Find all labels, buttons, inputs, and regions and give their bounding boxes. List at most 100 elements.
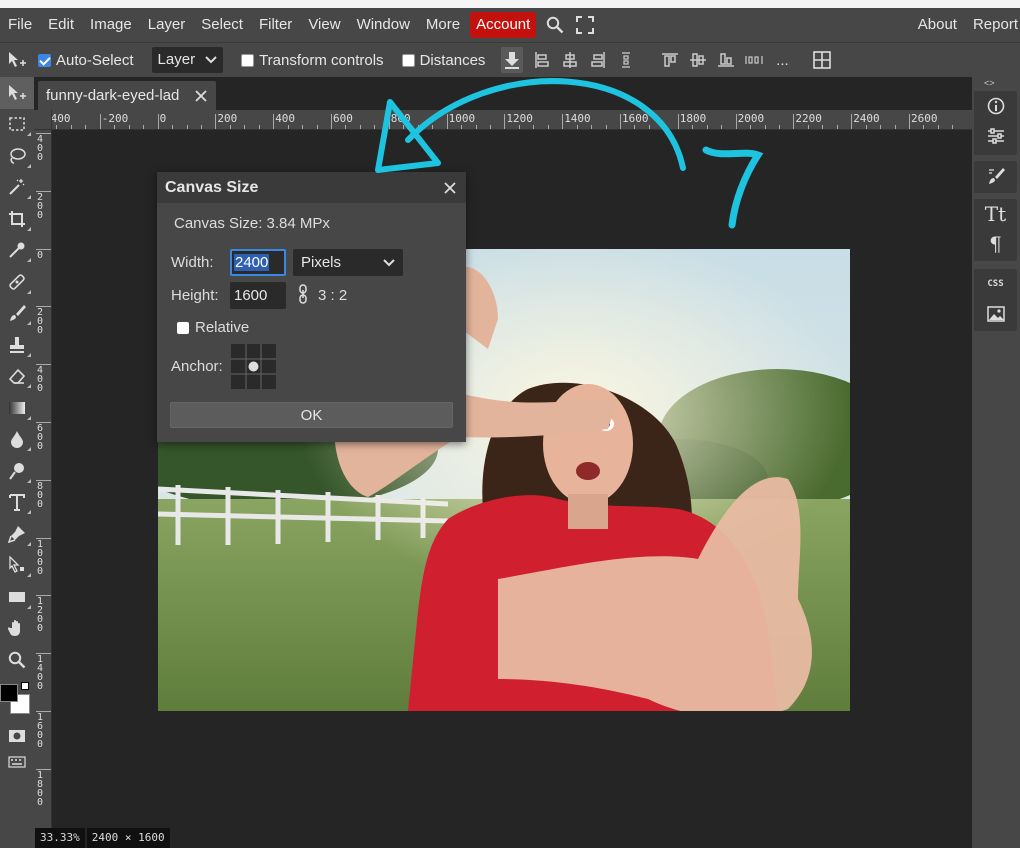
window-top-strip [0, 0, 1020, 8]
layer-select-value: Layer [157, 51, 196, 68]
menu-view[interactable]: View [300, 8, 348, 42]
close-dialog-icon[interactable] [434, 181, 466, 194]
ruler-minor-tick [432, 125, 434, 129]
distribute-vertical-icon[interactable] [613, 43, 639, 78]
brush-icon[interactable] [0, 298, 34, 330]
account-button[interactable]: Account [470, 12, 537, 38]
ruler-minor-tick [417, 125, 419, 129]
close-tab-icon[interactable] [186, 89, 216, 102]
distances-check-icon [401, 53, 415, 67]
menu-filter[interactable]: Filter [251, 8, 300, 42]
healing-icon[interactable] [0, 266, 34, 298]
image-icon[interactable] [974, 299, 1017, 329]
ruler-tick [620, 114, 621, 129]
ruler-label: 2600 [911, 112, 938, 125]
search-icon[interactable] [540, 8, 570, 42]
anchor-grid[interactable] [230, 344, 276, 389]
eyedropper-icon[interactable] [0, 235, 34, 267]
align-bottom-icon[interactable] [713, 43, 739, 78]
character-icon[interactable]: Tt [974, 199, 1017, 229]
distances-checkbox[interactable]: Distances [401, 52, 485, 69]
dodge-icon[interactable] [0, 455, 34, 487]
ruler-minor-tick [764, 125, 766, 129]
chevron-down-icon [383, 258, 395, 266]
type-icon[interactable] [0, 487, 34, 519]
canvas-size-dialog: Canvas Size Canvas Size: 3.84 MPx Width:… [157, 172, 466, 442]
menu-image[interactable]: Image [82, 8, 140, 42]
align-top-icon[interactable] [657, 43, 683, 78]
swap-colors-icon[interactable] [21, 681, 29, 690]
ruler-label: -200 [101, 112, 129, 125]
blur-icon[interactable] [0, 424, 34, 456]
ruler-label: 200 [37, 307, 44, 337]
anchor-label: Anchor: [171, 358, 223, 375]
menu-layer[interactable]: Layer [140, 8, 194, 42]
ok-button[interactable]: OK [170, 402, 453, 428]
move-tool-icon[interactable] [0, 77, 34, 109]
ruler-minor-tick [605, 125, 607, 129]
link-ratio-icon[interactable] [298, 283, 308, 308]
stamp-icon[interactable] [0, 329, 34, 361]
menu-select[interactable]: Select [193, 8, 251, 42]
ruler-minor-tick [475, 125, 477, 129]
marquee-icon[interactable] [0, 109, 34, 141]
css-icon[interactable]: CSS [974, 269, 1017, 299]
shape-icon[interactable] [0, 581, 34, 613]
eraser-icon[interactable] [0, 361, 34, 393]
download-icon[interactable] [501, 47, 524, 73]
menu-window[interactable]: Window [349, 8, 418, 42]
transform-controls-checkbox[interactable]: Transform controls [241, 52, 384, 69]
paragraph-icon[interactable]: ¶ [974, 229, 1017, 259]
menu-more[interactable]: More [418, 8, 468, 42]
width-row: Width: 2400 Pixels [171, 249, 403, 276]
ruler-minor-tick [403, 125, 405, 129]
align-left-icon[interactable] [529, 43, 555, 78]
fullscreen-icon[interactable] [570, 8, 600, 42]
keyboard-icon[interactable] [0, 750, 34, 774]
foreground-color-swatch[interactable] [0, 683, 18, 702]
menu-report[interactable]: Report [965, 8, 1020, 42]
ruler-label: 0 [159, 112, 167, 125]
align-right-icon[interactable] [585, 43, 611, 78]
height-input[interactable]: 1600 [230, 282, 286, 309]
width-input[interactable]: 2400 [230, 249, 286, 276]
gradient-icon[interactable] [0, 392, 34, 424]
ruler-minor-tick [648, 125, 650, 129]
menu-file[interactable]: File [0, 8, 40, 42]
hand-icon[interactable] [0, 613, 34, 645]
zoom-icon[interactable] [0, 644, 34, 676]
info-icon[interactable] [974, 91, 1017, 121]
adjustments-icon[interactable] [974, 121, 1017, 151]
unit-select-value: Pixels [301, 254, 342, 271]
menu-edit[interactable]: Edit [40, 8, 82, 42]
menu-about[interactable]: About [910, 8, 965, 42]
ruler-minor-tick [229, 125, 231, 129]
distribute-horizontal-icon[interactable] [741, 43, 767, 78]
align-middle-icon[interactable] [685, 43, 711, 78]
color-swatches[interactable] [0, 676, 34, 716]
dialog-header[interactable]: Canvas Size [157, 172, 466, 203]
ruler-minor-tick [114, 125, 116, 129]
path-select-icon[interactable] [0, 550, 34, 582]
crop-icon[interactable] [0, 203, 34, 235]
brush-settings-icon[interactable] [974, 161, 1017, 191]
collapse-panel-icon[interactable]: <> [984, 78, 995, 88]
document-tab[interactable]: funny-dark-eyed-lad [38, 81, 216, 110]
ruler-minor-tick [836, 125, 838, 129]
unit-select[interactable]: Pixels [293, 249, 403, 276]
quick-mask-icon[interactable] [0, 722, 34, 750]
pen-icon[interactable] [0, 518, 34, 550]
right-panel: <> Tt ¶ CSS [972, 77, 1020, 848]
layer-select[interactable]: Layer [151, 47, 224, 73]
more-options-button[interactable]: ... [769, 43, 795, 78]
grid-icon[interactable] [809, 43, 835, 78]
align-center-icon[interactable] [557, 43, 583, 78]
auto-select-checkbox[interactable]: Auto-Select [38, 52, 134, 69]
magic-wand-icon[interactable] [0, 172, 34, 204]
ruler-tick [793, 114, 795, 129]
relative-checkbox[interactable]: Relative [177, 319, 249, 336]
ruler-label: 1200 [37, 596, 44, 635]
ruler-label: 200 [37, 191, 44, 221]
ruler-minor-tick [634, 125, 636, 129]
lasso-icon[interactable] [0, 140, 34, 172]
